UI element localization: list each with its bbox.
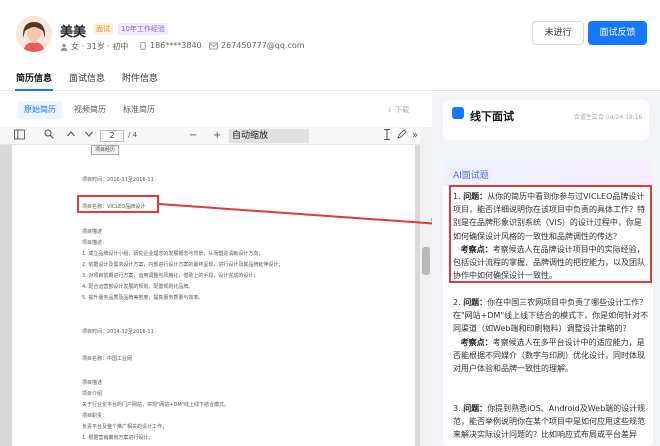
feedback-button[interactable]: 面试反馈 xyxy=(588,21,647,45)
download-button[interactable]: ↓ 下载 xyxy=(387,105,409,115)
question-item: 3. 问题：你提到熟悉iOS、Android及Web端的设计规范，能否举例说明你… xyxy=(453,404,646,440)
phone-info: 186****3840 xyxy=(139,41,202,50)
email-info: 267450777@qq.com xyxy=(209,41,305,50)
text-select-icon[interactable] xyxy=(383,129,391,145)
page-count: / 4 xyxy=(128,131,138,139)
main-tabs: 简历信息 面试信息 附件信息 xyxy=(0,68,660,91)
zoom-in-icon[interactable]: + xyxy=(213,129,221,143)
mail-icon xyxy=(209,42,218,49)
doc-line: 项目时间：2014-12至2016-11 xyxy=(82,329,154,335)
connector-arrow xyxy=(158,203,441,227)
doc-line: 2. 依据设计及需求设计方案，内部进行设计方案的最终呈现，进行设计及其品牌延伸设… xyxy=(82,262,284,268)
location-icon xyxy=(452,107,464,119)
basic-info-text: 女 · 31岁 · 初中 xyxy=(71,42,129,51)
pdf-toolbar: 2 / 4 − + 自动缩放 » xyxy=(0,127,420,145)
basic-info: 女 · 31岁 · 初中 xyxy=(60,41,128,52)
experience-badge: 10年工作经验 xyxy=(118,23,168,35)
more-tools-icon[interactable]: » xyxy=(412,129,418,143)
search-icon[interactable] xyxy=(44,129,54,144)
doc-line: 5. 提升服务品质及品牌美誉度，提高服务质量与效率。 xyxy=(82,295,204,301)
doc-line: 项目介绍 xyxy=(82,391,103,397)
prev-page-icon[interactable] xyxy=(66,129,76,144)
doc-section-label: 项目经历 xyxy=(91,145,120,155)
doc-line: 项目名称：中国工业网 xyxy=(82,356,133,362)
pdf-viewer[interactable]: 项目经历 项目时间：2016-11至2016-11 项目名称：VICLEO品牌设… xyxy=(0,145,420,446)
viewer-scrollbar[interactable] xyxy=(420,127,432,446)
active-tab-indicator xyxy=(15,89,53,91)
pdf-page: 项目经历 项目时间：2016-11至2016-11 项目名称：VICLEO品牌设… xyxy=(12,145,415,446)
email-text: 267450777@qq.com xyxy=(221,41,305,50)
scrollbar-thumb[interactable] xyxy=(422,247,430,275)
sidebar-toggle-icon[interactable] xyxy=(14,129,25,145)
person-icon xyxy=(60,43,68,51)
offline-interview-meta: 合道生立合 04/24 18:16 xyxy=(574,114,643,121)
ai-questions-title: AI面试题 xyxy=(453,171,489,181)
doc-line: 项目职责： xyxy=(82,413,108,419)
question-item: 2. 问题：你在中国三农网项目中负责了哪些设计工作？在"网站+DM"线上线下结合… xyxy=(453,298,649,374)
doc-line: 1. 成立品牌设计小组，研究企业理念的发展概念与背景，从而塑造清晰设计方向； xyxy=(82,251,264,257)
candidate-header: 美美 面试 10年工作经验 女 · 31岁 · 初中 186****3840 2… xyxy=(0,0,660,68)
page-number-input[interactable]: 2 xyxy=(100,130,124,142)
candidate-name: 美美 xyxy=(60,25,87,40)
subtab-video[interactable]: 视频简历 xyxy=(68,101,112,119)
doc-line: 3. 对项目前期进行方案，运用调整与风格化，借助上的手段，设计完成的设计； xyxy=(82,273,259,279)
status-button[interactable]: 未进行 xyxy=(532,21,584,45)
draw-icon[interactable] xyxy=(397,129,407,144)
tab-resume[interactable]: 简历信息 xyxy=(16,71,52,84)
doc-line: 项目描述 xyxy=(82,229,103,235)
doc-line: 项目时间：2016-11至2016-11 xyxy=(82,177,154,183)
next-page-icon[interactable] xyxy=(84,129,94,144)
phone-icon xyxy=(140,41,146,50)
highlight-question-1 xyxy=(449,185,652,283)
subtab-standard[interactable]: 标准简历 xyxy=(117,101,161,119)
zoom-select[interactable]: 自动缩放 xyxy=(229,129,309,143)
stage-badge: 面试 xyxy=(93,23,113,35)
doc-line: 1. 根据营销策划方案进行设计。 xyxy=(82,435,154,441)
tab-attachments[interactable]: 附件信息 xyxy=(122,71,158,84)
avatar xyxy=(16,16,52,52)
phone-text: 186****3840 xyxy=(150,41,202,50)
ai-questions-header: AI面试题 xyxy=(443,160,653,186)
highlight-project-name xyxy=(77,195,159,213)
doc-line: 负责平台及整个推广相关的设计工作； xyxy=(82,424,168,430)
doc-line: 项目描述： xyxy=(82,240,108,246)
offline-interview-title: 线下面试 xyxy=(470,110,514,123)
subtab-original[interactable]: 原始简历 xyxy=(18,101,62,119)
tab-interview[interactable]: 面试信息 xyxy=(69,71,105,84)
doc-line: 4. 配合运营部设计发展的规划，配置规则化品牌。 xyxy=(82,284,194,290)
zoom-out-icon[interactable]: − xyxy=(189,129,197,143)
doc-line: 项目描述 xyxy=(82,380,103,386)
doc-line: 关于行业化平台的门户网站，实现"网站+DM"线上线下结合模式。 xyxy=(82,402,229,408)
